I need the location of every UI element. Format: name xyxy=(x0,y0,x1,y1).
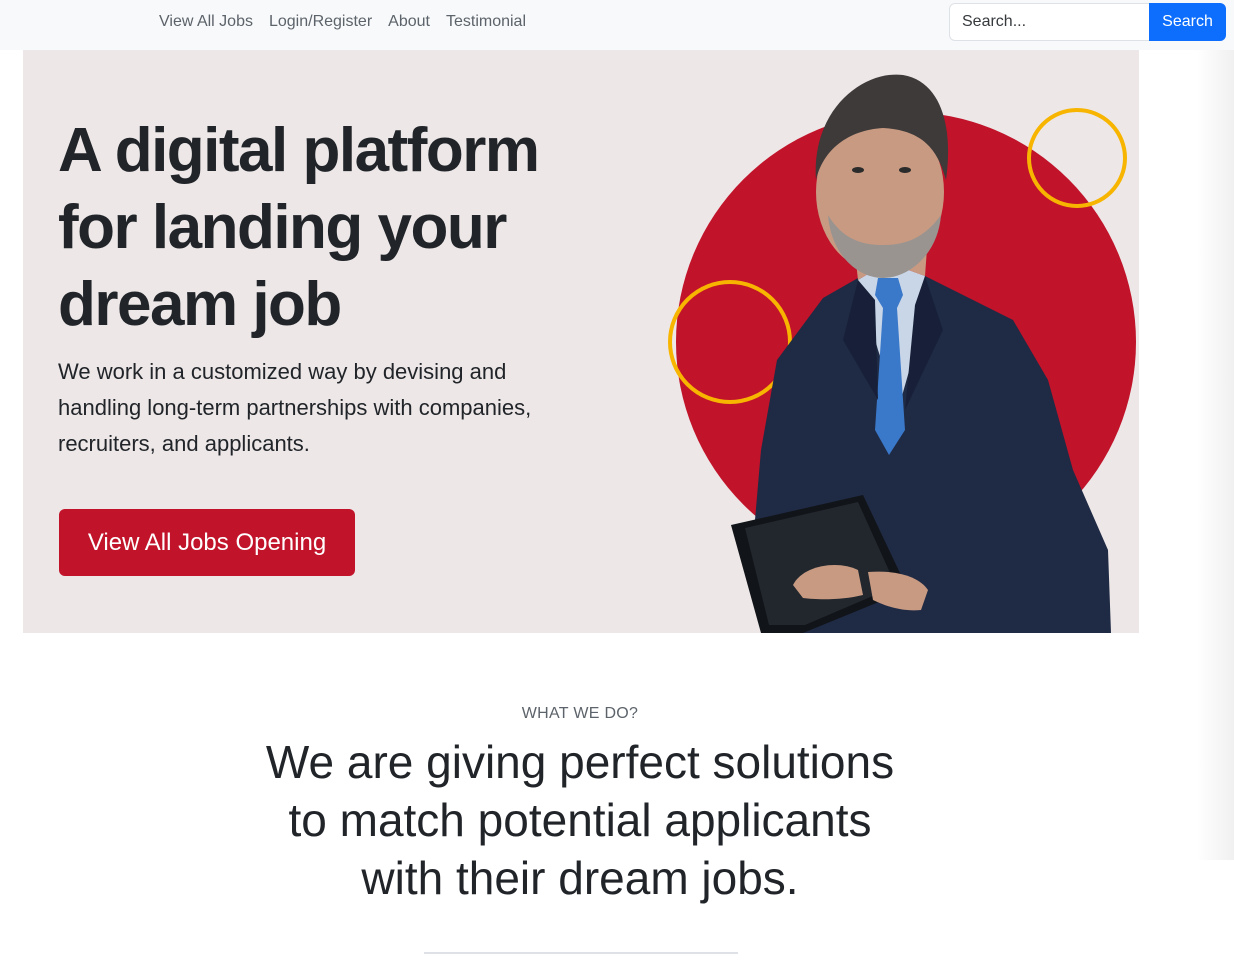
nav-link-testimonial[interactable]: Testimonial xyxy=(438,13,534,31)
hero-title: A digital platform for landing your drea… xyxy=(58,116,540,339)
section-heading: We are giving perfect solutions to match… xyxy=(265,736,895,904)
section-eyebrow: WHAT WE DO? xyxy=(521,705,639,722)
hero-description: We work in a customized way by devising … xyxy=(58,359,532,456)
hero-image xyxy=(668,74,1136,633)
search-button[interactable]: Search xyxy=(1149,3,1226,41)
search-form: Search xyxy=(949,3,1226,41)
navbar: View All Jobs Login/Register About Testi… xyxy=(0,0,1234,50)
view-all-jobs-opening-button[interactable]: View All Jobs Opening xyxy=(59,509,355,576)
hero-section: A digital platform for landing your drea… xyxy=(23,50,1139,633)
page-edge-shadow xyxy=(1196,50,1234,860)
nav-link-login-register[interactable]: Login/Register xyxy=(261,13,380,31)
nav-link-view-all-jobs[interactable]: View All Jobs xyxy=(151,13,261,31)
search-input[interactable] xyxy=(949,3,1149,41)
nav-links: View All Jobs Login/Register About Testi… xyxy=(151,0,534,44)
nav-link-about[interactable]: About xyxy=(380,13,438,31)
section-divider xyxy=(424,952,738,954)
